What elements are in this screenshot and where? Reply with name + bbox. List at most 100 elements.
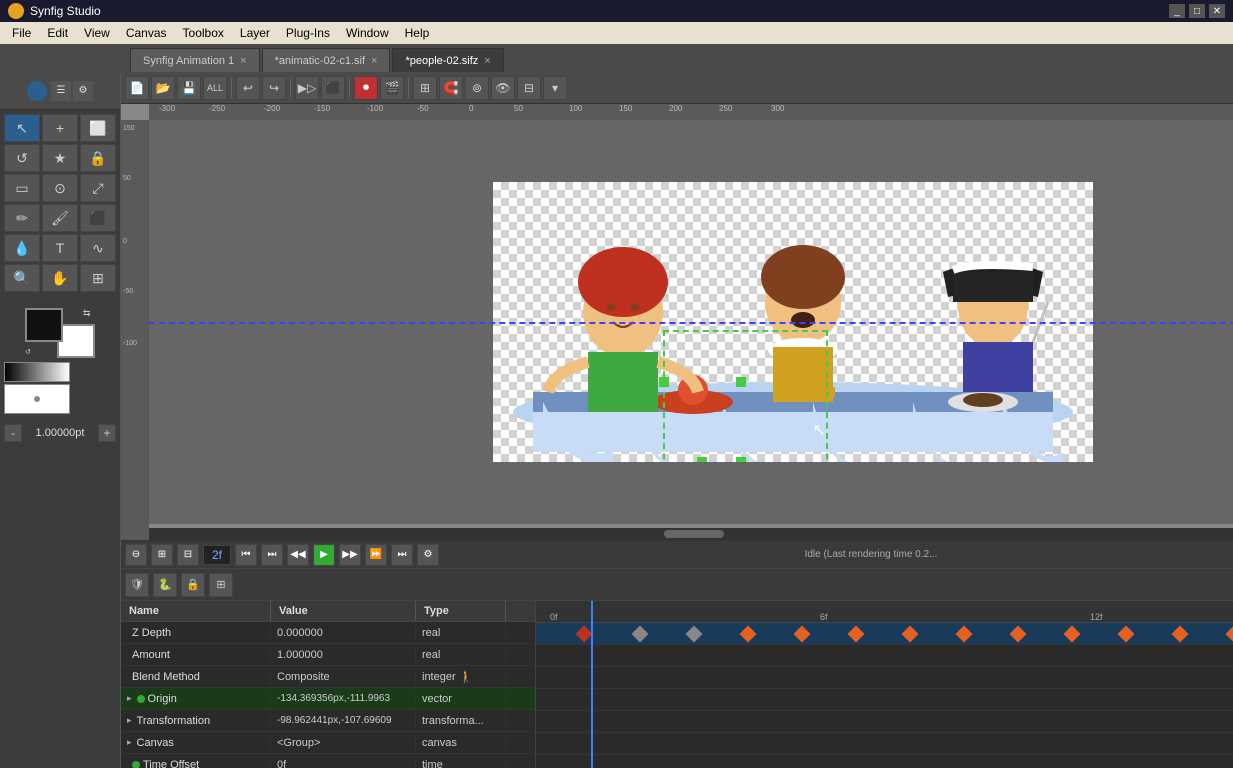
- reset-colors-btn[interactable]: ↺: [25, 348, 35, 358]
- preview-btn[interactable]: 👁: [491, 76, 515, 100]
- tab-animation1[interactable]: Synfig Animation 1 ×: [130, 48, 260, 72]
- tl-btn-shield[interactable]: 🛡: [125, 573, 149, 597]
- tool-scale[interactable]: ⤢: [80, 174, 116, 202]
- frame-expand-btn[interactable]: ⊞: [151, 544, 173, 566]
- tool-mirror[interactable]: ⊞: [80, 264, 116, 292]
- tl-btn-grid[interactable]: ⊞: [209, 573, 233, 597]
- tool-paint[interactable]: 🖌: [42, 204, 78, 232]
- close-button[interactable]: ✕: [1209, 4, 1225, 18]
- stop-btn[interactable]: ⬛: [321, 76, 345, 100]
- keyframe-10[interactable]: [1064, 626, 1081, 643]
- menu-help[interactable]: Help: [397, 24, 438, 42]
- open-file-btn[interactable]: 📂: [151, 76, 175, 100]
- tab-close-2[interactable]: ×: [371, 55, 377, 67]
- tool-add[interactable]: +: [42, 114, 78, 142]
- zoom-out-btn[interactable]: ⊖: [125, 544, 147, 566]
- increase-size-btn[interactable]: +: [98, 424, 116, 442]
- extra-btn[interactable]: ▾: [543, 76, 567, 100]
- tool-node[interactable]: ⊙: [42, 174, 78, 202]
- tab-people[interactable]: *people-02.sifz ×: [392, 48, 503, 72]
- tool-curve[interactable]: ∿: [80, 234, 116, 262]
- menu-window[interactable]: Window: [338, 24, 397, 42]
- play-btn[interactable]: ▶: [313, 544, 335, 566]
- tool-star[interactable]: ★: [42, 144, 78, 172]
- minimize-button[interactable]: _: [1169, 4, 1185, 18]
- keyframe-9[interactable]: [1010, 626, 1027, 643]
- tool-eyedrop[interactable]: 💧: [4, 234, 40, 262]
- menu-canvas[interactable]: Canvas: [118, 24, 175, 42]
- new-file-btn[interactable]: 📄: [125, 76, 149, 100]
- menu-file[interactable]: File: [4, 24, 39, 42]
- grid2-btn[interactable]: ⊟: [517, 76, 541, 100]
- tl-btn-snake[interactable]: 🐍: [153, 573, 177, 597]
- redo-btn[interactable]: ↪: [262, 76, 286, 100]
- tool-rect[interactable]: ▭: [4, 174, 40, 202]
- tool-hand[interactable]: ✋: [42, 264, 78, 292]
- keyframe-2[interactable]: [632, 626, 649, 643]
- menu-edit[interactable]: Edit: [39, 24, 76, 42]
- h-scrollbar[interactable]: [149, 528, 1233, 540]
- tool-text[interactable]: T: [42, 234, 78, 262]
- keyframe-6[interactable]: [848, 626, 865, 643]
- save-btn[interactable]: 💾: [177, 76, 201, 100]
- tool-rotate[interactable]: ↺: [4, 144, 40, 172]
- prev-keyframe-btn[interactable]: ⏭: [261, 544, 283, 566]
- tool-fill[interactable]: ⬛: [80, 204, 116, 232]
- control-point-2[interactable]: [736, 377, 746, 387]
- timeline-tracks[interactable]: 0f 6f 12f: [536, 601, 1233, 768]
- param-row-origin[interactable]: ▸ Origin -134.369356px,-111.9963 vector: [121, 688, 535, 710]
- tool-copy[interactable]: ⬜: [80, 114, 116, 142]
- bounce-btn[interactable]: ⚙: [417, 544, 439, 566]
- control-point-1[interactable]: [659, 377, 669, 387]
- last-frame-btn[interactable]: ⏭: [391, 544, 413, 566]
- tool-transform[interactable]: ↖: [4, 114, 40, 142]
- grid-snap-btn[interactable]: ⊟: [177, 544, 199, 566]
- record-btn[interactable]: ⏺: [354, 76, 378, 100]
- playhead-line[interactable]: [591, 601, 593, 768]
- keyframe-13[interactable]: [1226, 626, 1233, 643]
- animate-btn[interactable]: 🎬: [380, 76, 404, 100]
- control-point-3[interactable]: [736, 457, 746, 462]
- h-scrollbar-thumb[interactable]: [664, 530, 724, 538]
- tab-close-1[interactable]: ×: [240, 55, 246, 67]
- render-btn[interactable]: ▶▷: [295, 76, 319, 100]
- keyframe-1[interactable]: [576, 626, 593, 643]
- expand-origin[interactable]: ▸: [127, 693, 132, 704]
- expand-transform[interactable]: ▸: [127, 715, 132, 726]
- save-all-btn[interactable]: ALL: [203, 76, 227, 100]
- keyframe-3[interactable]: [686, 626, 703, 643]
- tool-pen[interactable]: ✏: [4, 204, 40, 232]
- menu-toolbox[interactable]: Toolbox: [175, 24, 232, 42]
- menu-layer[interactable]: Layer: [232, 24, 278, 42]
- control-point-4[interactable]: [697, 457, 707, 462]
- tab-animatic[interactable]: *animatic-02-c1.sif ×: [262, 48, 391, 72]
- tool-zoom[interactable]: 🔍: [4, 264, 40, 292]
- keyframe-5[interactable]: [794, 626, 811, 643]
- canvas-content[interactable]: ↖: [149, 120, 1233, 524]
- tl-btn-lock[interactable]: 🔒: [181, 573, 205, 597]
- menu-view[interactable]: View: [76, 24, 118, 42]
- keyframe-12[interactable]: [1172, 626, 1189, 643]
- undo-btn[interactable]: ↩: [236, 76, 260, 100]
- prev-frame-btn[interactable]: ◀◀: [287, 544, 309, 566]
- menu-plugins[interactable]: Plug-Ins: [278, 24, 338, 42]
- tab-close-3[interactable]: ×: [484, 55, 490, 67]
- snap-btn[interactable]: 🧲: [439, 76, 463, 100]
- keyframe-8[interactable]: [956, 626, 973, 643]
- fg-color-swatch[interactable]: [25, 308, 63, 342]
- keyframe-7[interactable]: [902, 626, 919, 643]
- onion-btn[interactable]: ⊚: [465, 76, 489, 100]
- expand-canvas[interactable]: ▸: [127, 737, 132, 748]
- maximize-button[interactable]: □: [1189, 4, 1205, 18]
- swap-colors-btn[interactable]: ⇆: [83, 308, 95, 320]
- gradient-bar[interactable]: [4, 362, 70, 382]
- toolbar-menu-btn[interactable]: ☰: [51, 81, 71, 101]
- keyframe-11[interactable]: [1118, 626, 1135, 643]
- keyframe-4[interactable]: [740, 626, 757, 643]
- next-keyframe-btn[interactable]: ⏩: [365, 544, 387, 566]
- toolbar-settings-btn[interactable]: ⚙: [73, 81, 93, 101]
- tool-lock[interactable]: 🔒: [80, 144, 116, 172]
- next-frame-btn[interactable]: ▶▶: [339, 544, 361, 566]
- decrease-size-btn[interactable]: -: [4, 424, 22, 442]
- grid-btn[interactable]: ⊞: [413, 76, 437, 100]
